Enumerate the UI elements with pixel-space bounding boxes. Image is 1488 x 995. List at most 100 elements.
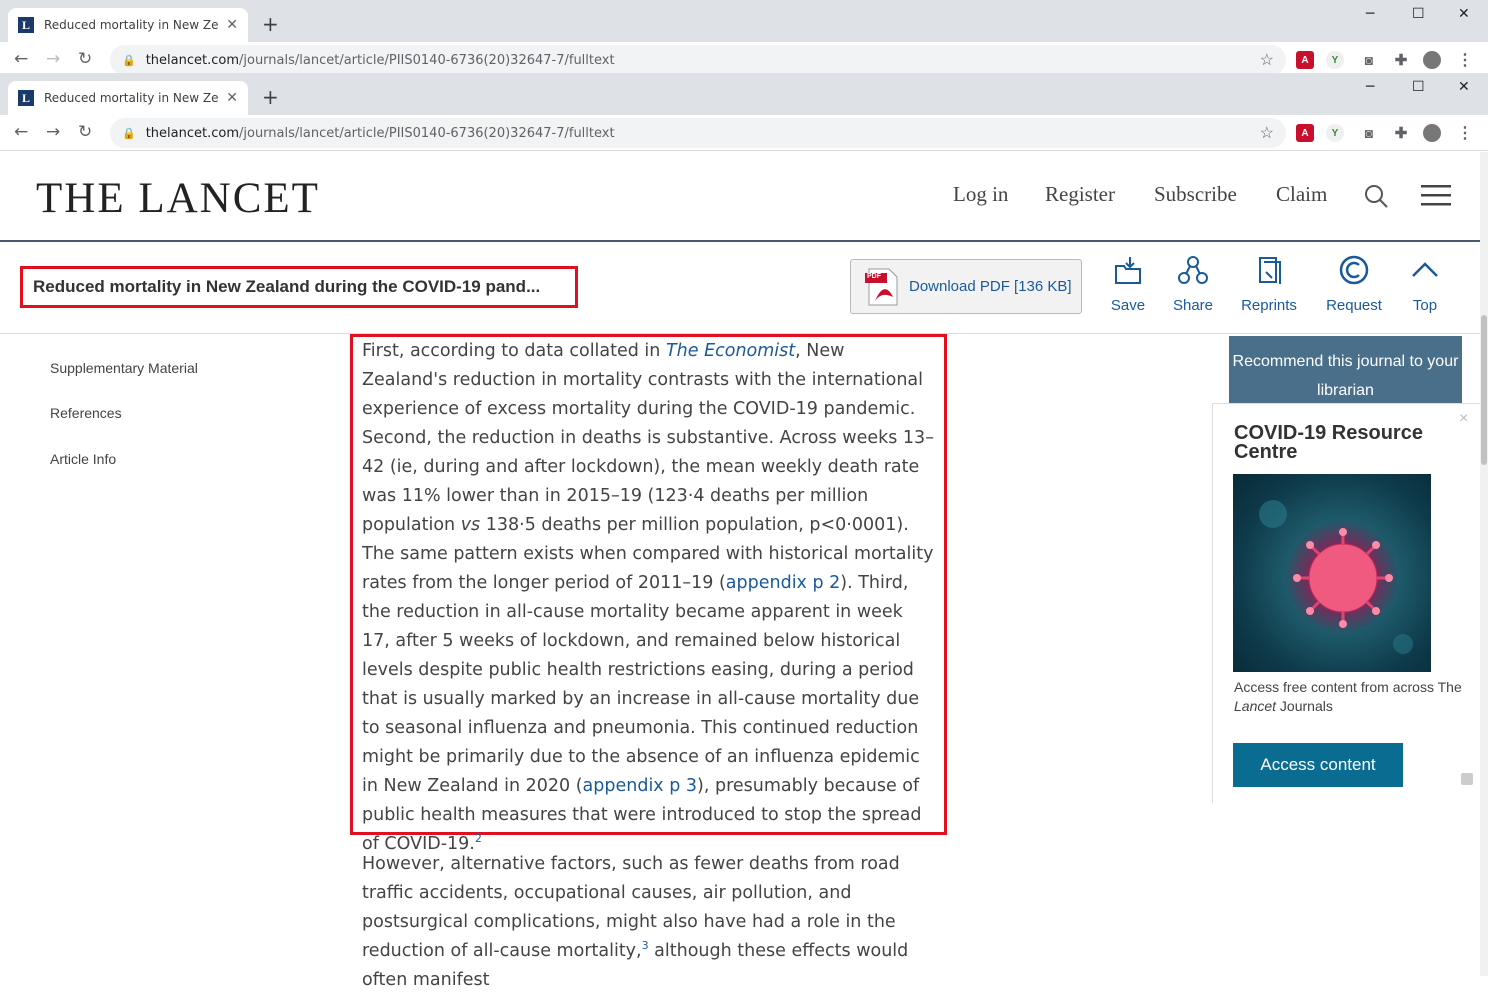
bookmark-star-icon[interactable]: ☆ xyxy=(1260,50,1274,70)
menu-kebab-icon[interactable]: ⋮ xyxy=(1456,51,1474,69)
lancet-favicon-icon: L xyxy=(18,17,34,33)
minimize-icon[interactable]: ─ xyxy=(1366,6,1374,22)
request-button[interactable]: Request xyxy=(1322,254,1386,314)
reload-icon[interactable]: ↻ xyxy=(78,49,92,69)
copyright-icon xyxy=(1339,255,1369,285)
ad-info-icon[interactable] xyxy=(1461,773,1473,785)
save-button[interactable]: Save xyxy=(1108,254,1148,314)
window-close-icon[interactable]: ✕ xyxy=(1458,6,1470,22)
scrollbar-thumb[interactable] xyxy=(1481,315,1487,465)
economist-link[interactable]: The Economist xyxy=(666,341,795,361)
ad-title: COVID-19 Resource Centre xyxy=(1234,422,1423,463)
lancet-logo[interactable]: THE LANCET xyxy=(36,174,320,223)
maximize-icon[interactable]: ☐ xyxy=(1412,6,1425,22)
reference-link[interactable]: 3 xyxy=(642,939,649,952)
maximize-icon[interactable]: ☐ xyxy=(1412,79,1425,95)
article-title: Reduced mortality in New Zealand during … xyxy=(33,277,541,296)
address-bar[interactable]: 🔒 thelancet.com/journals/lancet/article/… xyxy=(110,118,1286,148)
login-link[interactable]: Log in xyxy=(953,182,1008,207)
menu-kebab-icon[interactable]: ⋮ xyxy=(1456,124,1474,142)
register-link[interactable]: Register xyxy=(1045,182,1115,207)
subscribe-link[interactable]: Subscribe xyxy=(1154,182,1237,207)
camera-extension-icon[interactable]: ◙ xyxy=(1360,51,1378,69)
lock-icon: 🔒 xyxy=(122,54,136,67)
para-text: First, according to data collated in xyxy=(362,341,666,361)
ad-desc-text: Access free content from across The xyxy=(1234,679,1462,695)
tab-close-icon[interactable]: ✕ xyxy=(226,17,238,33)
article-paragraph: However, alternative factors, such as fe… xyxy=(362,850,934,995)
share-label: Share xyxy=(1172,297,1214,314)
pdf-icon-text: PDF xyxy=(867,272,881,280)
recommend-journal-button[interactable]: Recommend this journal to your librarian xyxy=(1229,336,1462,404)
coronavirus-image xyxy=(1233,474,1431,672)
url-host: thelancet.com xyxy=(145,52,239,68)
tab-strip: L Reduced mortality in New Zealan ✕ + ─ … xyxy=(0,0,1488,42)
bookmark-star-icon[interactable]: ☆ xyxy=(1260,123,1274,143)
share-button[interactable]: Share xyxy=(1170,254,1216,314)
pdf-extension-icon[interactable]: A xyxy=(1296,124,1314,142)
back-icon[interactable]: ← xyxy=(14,49,28,69)
browser-tab[interactable]: L Reduced mortality in New Zealan ✕ xyxy=(8,81,248,115)
profile-avatar[interactable] xyxy=(1423,51,1441,69)
article-title-box: Reduced mortality in New Zealand during … xyxy=(20,266,578,308)
pdf-file-icon: PDF xyxy=(865,267,899,307)
sidenav-supplementary[interactable]: Supplementary Material xyxy=(50,360,198,376)
url-path: /journals/lancet/article/PIIS0140-6736(2… xyxy=(239,52,615,68)
claim-link[interactable]: Claim xyxy=(1276,182,1327,207)
appendix-link[interactable]: appendix p 3 xyxy=(583,776,698,796)
ad-desc-text: Journals xyxy=(1276,698,1333,714)
pdf-extension-icon[interactable]: A xyxy=(1296,51,1314,69)
back-icon[interactable]: ← xyxy=(14,122,28,142)
reprints-label: Reprints xyxy=(1241,297,1297,314)
article-paragraph: First, according to data collated in The… xyxy=(362,337,934,859)
camera-extension-icon[interactable]: ◙ xyxy=(1360,124,1378,142)
top-label: Top xyxy=(1412,297,1438,314)
tab-close-icon[interactable]: ✕ xyxy=(226,90,238,106)
url-host: thelancet.com xyxy=(145,125,239,141)
minimize-icon[interactable]: ─ xyxy=(1366,79,1374,95)
sidenav-article-info[interactable]: Article Info xyxy=(50,451,116,467)
plant-extension-icon[interactable]: Y xyxy=(1326,51,1344,69)
access-content-button[interactable]: Access content xyxy=(1233,743,1403,787)
url-path: /journals/lancet/article/PIIS0140-6736(2… xyxy=(239,125,615,141)
new-tab-icon[interactable]: + xyxy=(262,12,279,36)
reprints-button[interactable]: Reprints xyxy=(1238,254,1300,314)
extensions-puzzle-icon[interactable]: ✚ xyxy=(1392,124,1410,142)
appendix-link[interactable]: appendix p 2 xyxy=(726,573,841,593)
reference-link[interactable]: 2 xyxy=(475,832,482,845)
search-icon[interactable] xyxy=(1363,183,1389,209)
tab-strip: L Reduced mortality in New Zealan ✕ + ─ … xyxy=(0,73,1488,115)
hamburger-menu-icon[interactable] xyxy=(1421,185,1451,207)
lancet-favicon-icon: L xyxy=(18,90,34,106)
para-text: , New Zealand's reduction in mortality c… xyxy=(362,341,934,535)
site-header: THE LANCET Log in Register Subscribe Cla… xyxy=(0,152,1488,242)
save-folder-icon xyxy=(1115,257,1141,284)
download-pdf-button[interactable]: PDF Download PDF [136 KB] xyxy=(850,259,1082,314)
top-button[interactable]: Top xyxy=(1406,254,1444,314)
forward-icon[interactable]: → xyxy=(46,122,60,142)
address-bar[interactable]: 🔒 thelancet.com/journals/lancet/article/… xyxy=(110,45,1286,75)
save-label: Save xyxy=(1110,297,1146,314)
share-icon xyxy=(1178,256,1208,284)
reload-icon[interactable]: ↻ xyxy=(78,122,92,142)
lock-icon: 🔒 xyxy=(122,127,136,140)
request-label: Request xyxy=(1326,297,1382,314)
tab-title: Reduced mortality in New Zealan xyxy=(44,18,219,32)
extensions-puzzle-icon[interactable]: ✚ xyxy=(1392,51,1410,69)
ad-description: Access free content from across The Lanc… xyxy=(1234,678,1464,716)
para-text: ). Third, the reduction in all-cause mor… xyxy=(362,573,920,796)
chevron-up-icon xyxy=(1412,262,1438,277)
header-divider xyxy=(0,240,1480,242)
window-close-icon[interactable]: ✕ xyxy=(1458,79,1470,95)
forward-icon[interactable]: → xyxy=(46,49,60,69)
plant-extension-icon[interactable]: Y xyxy=(1326,124,1344,142)
page-scrollbar[interactable] xyxy=(1480,152,1488,976)
para-italic: vs xyxy=(460,515,481,535)
browser-tab[interactable]: L Reduced mortality in New Zealan ✕ xyxy=(8,8,248,42)
profile-avatar[interactable] xyxy=(1423,124,1441,142)
sidenav-references[interactable]: References xyxy=(50,405,122,421)
new-tab-icon[interactable]: + xyxy=(262,85,279,109)
download-pdf-label: Download PDF [136 KB] xyxy=(909,278,1072,295)
reprints-icon xyxy=(1259,257,1281,284)
ad-desc-italic: Lancet xyxy=(1234,698,1277,714)
